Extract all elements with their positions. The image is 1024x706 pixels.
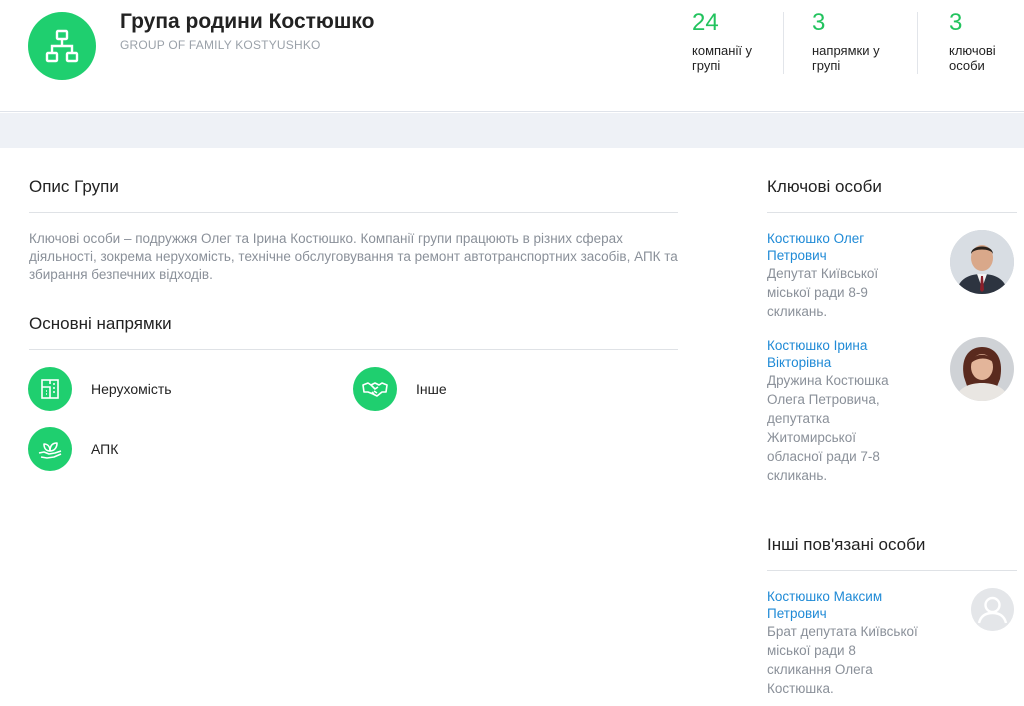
handshake-icon[interactable] <box>353 367 397 411</box>
leaf-hand-icon[interactable] <box>28 427 72 471</box>
stat-key-persons[interactable]: 3 ключові особи <box>949 9 996 74</box>
stat-divider <box>917 12 918 74</box>
building-icon[interactable] <box>28 367 72 411</box>
direction-label[interactable]: Інше <box>416 381 447 397</box>
group-header: Група родини Костюшко GROUP OF FAMILY KO… <box>0 0 1024 112</box>
person-description: Дружина Костюшка Олега Петровича, депута… <box>767 373 889 483</box>
divider <box>767 212 1017 213</box>
avatar[interactable] <box>950 230 1014 294</box>
person-link[interactable]: Костюшко Ірина Вікторівна <box>767 337 937 371</box>
org-chart-icon <box>28 12 96 80</box>
divider <box>29 212 678 213</box>
page-subtitle: GROUP OF FAMILY KOSTYUSHKO <box>120 38 321 52</box>
direction-label[interactable]: АПК <box>91 441 118 457</box>
direction-label[interactable]: Нерухомість <box>91 381 172 397</box>
stat-value: 3 <box>812 9 826 36</box>
divider <box>29 349 678 350</box>
person-link[interactable]: Костюшко Максим Петрович <box>767 588 937 622</box>
divider <box>767 570 1017 571</box>
stat-directions[interactable]: 3 напрямки у групі <box>812 9 880 74</box>
stat-label: компанії у групі <box>692 43 753 73</box>
stat-divider <box>783 12 784 74</box>
person-description: Депутат Київської міської ради 8-9 склик… <box>767 266 879 319</box>
stat-value: 24 <box>692 9 719 36</box>
section-band <box>0 113 1024 148</box>
person-description: Брат депутата Київської міської ради 8 с… <box>767 624 918 696</box>
avatar[interactable] <box>950 337 1014 401</box>
stat-companies[interactable]: 24 компанії у групі <box>692 9 753 74</box>
description-title: Опис Групи <box>29 177 119 196</box>
other-persons-title: Інші пов'язані особи <box>767 535 926 554</box>
stat-label: напрямки у групі <box>812 43 880 73</box>
stat-value: 3 <box>949 9 963 36</box>
key-persons-title: Ключові особи <box>767 177 882 196</box>
default-avatar-icon[interactable] <box>971 588 1014 631</box>
description-text: Ключові особи – подружжя Олег та Ірина К… <box>29 231 678 282</box>
stat-label: ключові особи <box>949 43 996 73</box>
page-title: Група родини Костюшко <box>120 10 375 33</box>
person-link[interactable]: Костюшко Олег Петрович <box>767 230 937 264</box>
directions-title: Основні напрямки <box>29 314 172 333</box>
